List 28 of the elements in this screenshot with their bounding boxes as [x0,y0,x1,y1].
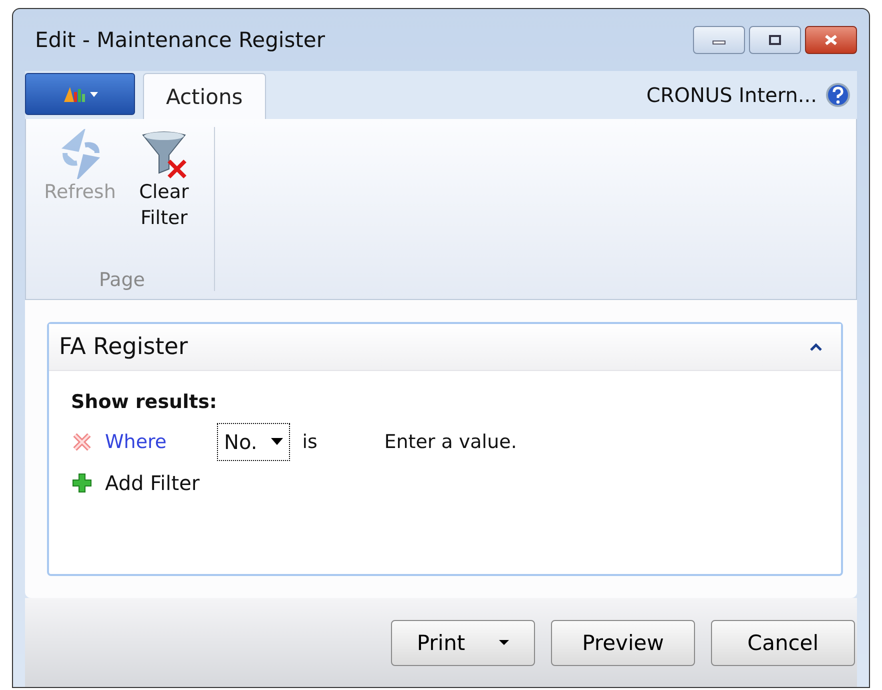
dialog-button[interactable]: Preview [551,620,695,666]
group-label: Page [99,269,145,291]
close-icon [824,34,838,46]
value-field[interactable]: Enter a value. [384,431,517,453]
fasttab-title: FA Register [59,334,188,360]
dialog-button[interactable]: Cancel [711,620,855,666]
maximize-button[interactable] [749,26,801,54]
close-button[interactable] [805,26,857,54]
dialog-button[interactable]: Print [391,620,535,666]
field-dropdown[interactable]: No. [217,423,290,461]
caret-icon [499,640,510,646]
chevron-icon[interactable] [809,342,823,352]
operator-label: is [302,431,318,453]
add-filter-link[interactable]: Add Filter [105,471,200,495]
fasttab-header[interactable]: FA Register [49,324,841,371]
section-label: Show results: [71,391,218,413]
clear-filter-icon [139,129,189,179]
app-menu-button[interactable] [25,73,135,115]
add-icon[interactable] [71,472,93,494]
ribbon-tab[interactable]: Actions [143,73,266,119]
ribbon-action-button[interactable]: Clear Filter [124,127,204,269]
where-link[interactable]: Where [105,431,205,453]
company-name: CRONUS Intern... [646,83,817,107]
caret-icon [271,438,284,446]
help-icon[interactable] [825,82,851,108]
window-title: Edit - Maintenance Register [34,28,325,52]
minimize-button[interactable] [693,26,745,54]
maximize-icon [768,35,782,45]
